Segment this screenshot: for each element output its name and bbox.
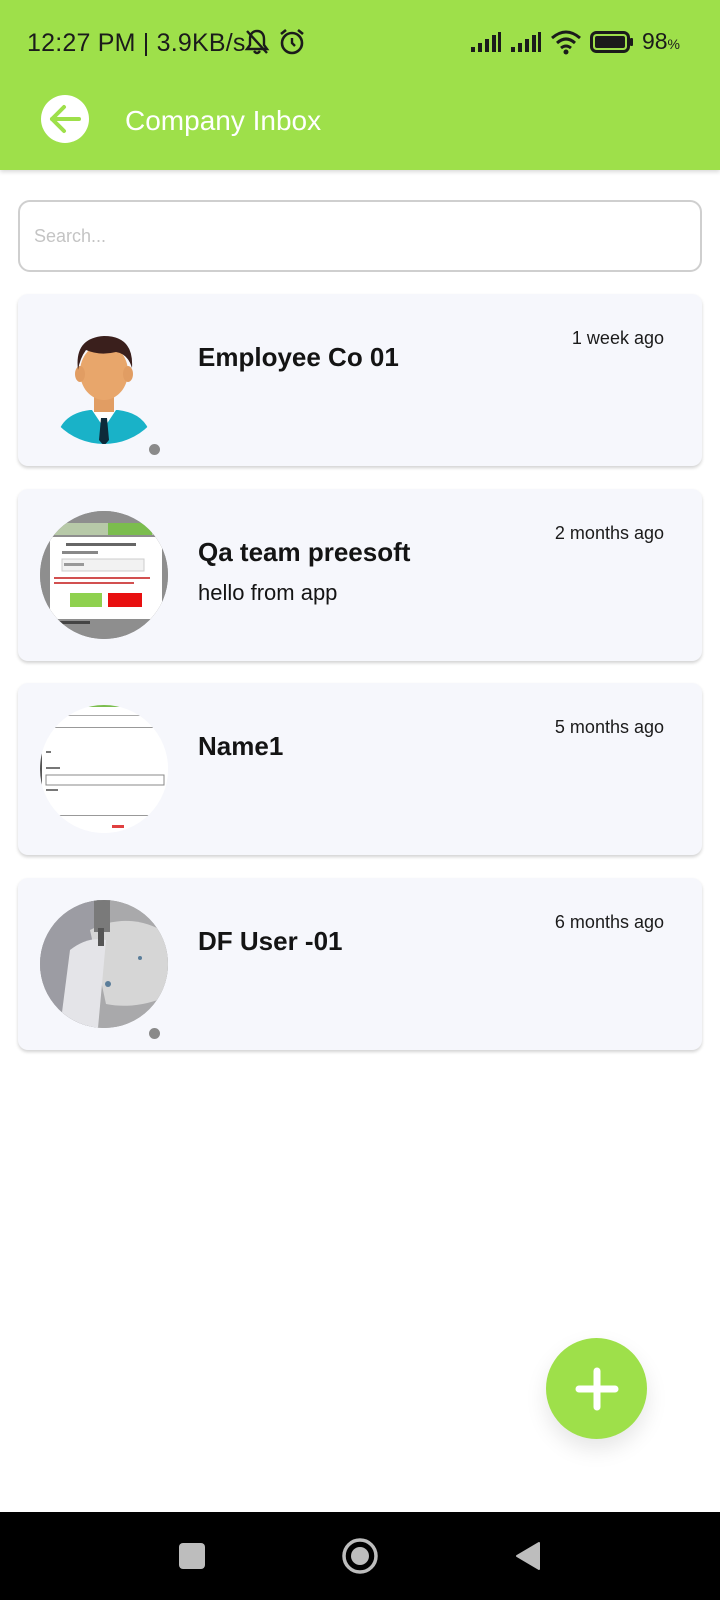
avatar [40, 511, 168, 639]
wifi-icon [550, 30, 581, 54]
online-status-dot [147, 442, 162, 457]
search-input[interactable] [18, 200, 702, 272]
system-nav-bar [0, 1512, 720, 1600]
page-title: Company Inbox [125, 105, 322, 136]
back-button[interactable] [41, 95, 89, 143]
chat-time: 6 months ago [554, 912, 664, 932]
status-bar: 12:27 PM | 3.9KB/s 98% [0, 0, 720, 88]
new-chat-button[interactable] [546, 1338, 647, 1439]
screen: 12:27 PM | 3.9KB/s 98% Company Inbox Sea… [0, 0, 720, 1600]
chat-name: Employee Co 01 [198, 342, 399, 372]
plus-icon [575, 1367, 618, 1410]
avatar [40, 705, 168, 833]
mute-bell-icon [244, 29, 270, 55]
chat-item[interactable]: DF User -01 6 months ago [18, 878, 702, 1050]
home-circle-icon [342, 1538, 378, 1574]
chat-time: 2 months ago [554, 523, 664, 543]
signal-icon [470, 31, 501, 52]
status-time: 12:27 PM | 3.9KB/s [27, 29, 246, 57]
screenshot-avatar-photo [40, 511, 168, 639]
recents-square-icon [179, 1543, 205, 1569]
avatar [40, 316, 168, 444]
home-button[interactable] [338, 1534, 382, 1578]
chat-item[interactable]: Qa team preesoft hello from app 2 months… [18, 489, 702, 661]
battery-icon [589, 30, 633, 53]
alarm-icon [280, 28, 304, 55]
chat-name: Name1 [198, 731, 284, 761]
recents-button[interactable] [170, 1534, 214, 1578]
chat-item[interactable]: Employee Co 01 1 week ago [18, 294, 702, 466]
avatar [40, 900, 168, 1028]
battery-level: 98% [641, 28, 680, 54]
chat-time: 5 months ago [554, 717, 664, 737]
top-bar: 12:27 PM | 3.9KB/s 98% Company Inbox [0, 0, 720, 170]
chat-name: DF User -01 [198, 926, 343, 956]
back-nav-button[interactable] [506, 1534, 550, 1578]
signal-icon [510, 31, 541, 52]
back-triangle-icon [516, 1542, 540, 1570]
arrow-left-icon [50, 105, 81, 133]
chat-last-message: hello from app [198, 580, 338, 605]
form-avatar-photo [40, 705, 168, 833]
employee-avatar-illustration [56, 336, 152, 444]
online-status-dot [147, 1026, 162, 1041]
chat-item[interactable]: Name1 5 months ago [18, 683, 702, 855]
app-bar: Company Inbox [0, 88, 720, 170]
chat-name: Qa team preesoft [198, 537, 411, 567]
chat-time: 1 week ago [571, 328, 664, 348]
fabric-avatar-photo [40, 900, 168, 1028]
